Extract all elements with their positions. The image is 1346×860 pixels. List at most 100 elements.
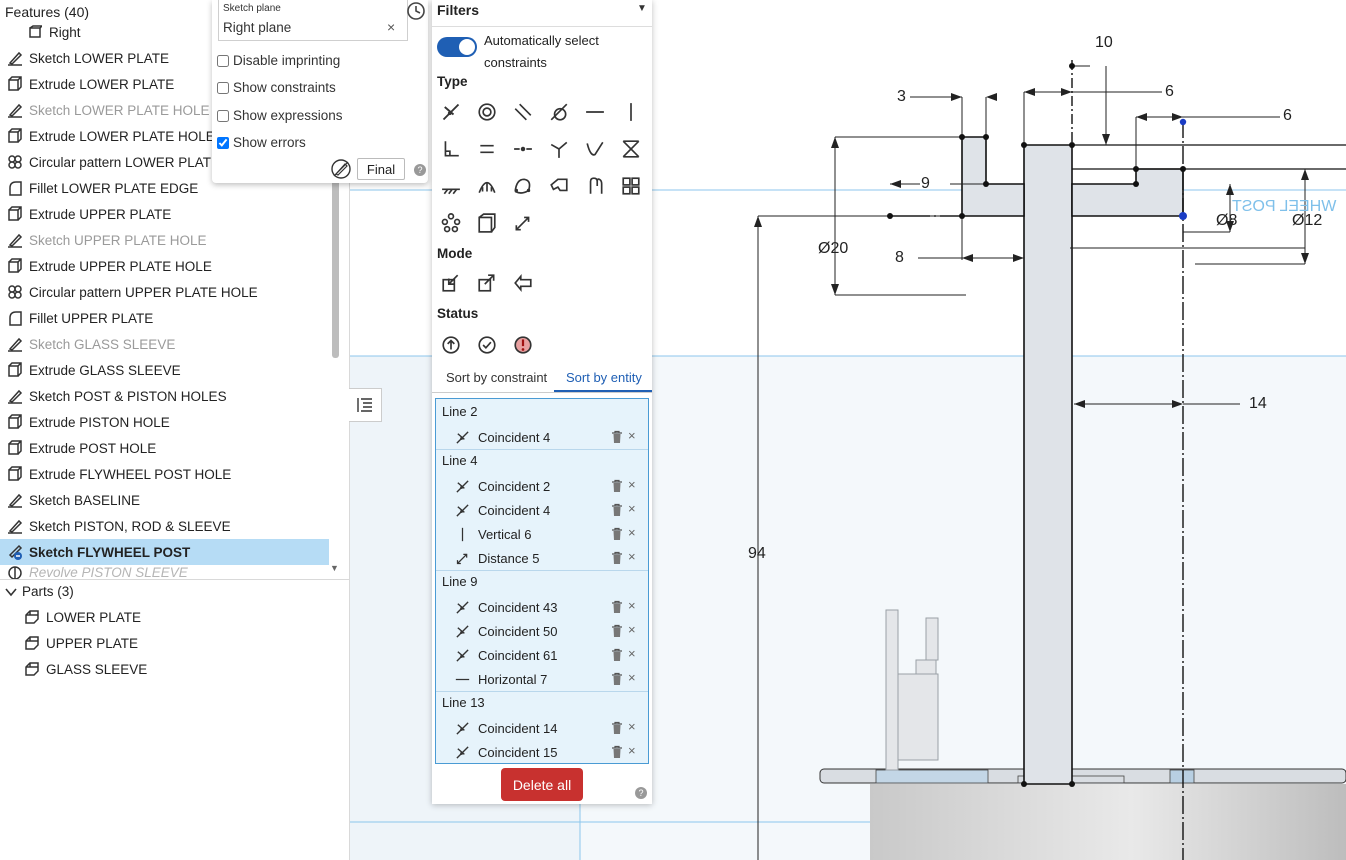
constraint-item[interactable]: Coincident 61 × <box>454 644 644 666</box>
disable-imprinting-option[interactable]: Disable imprinting <box>217 53 340 68</box>
dim-3[interactable]: 3 <box>897 88 906 106</box>
dim-94[interactable]: 94 <box>748 545 766 563</box>
constraint-item[interactable]: Coincident 4 × <box>454 499 644 521</box>
auto-select-toggle[interactable] <box>437 37 477 57</box>
trash-icon[interactable] <box>611 648 623 662</box>
symmetric-filter-button[interactable] <box>618 136 644 162</box>
close-icon[interactable]: × <box>628 428 636 443</box>
feature-item[interactable]: Sketch POST & PISTON HOLES <box>0 383 329 409</box>
parallel-filter-button[interactable] <box>510 99 536 125</box>
coincident-filter-button[interactable] <box>438 99 464 125</box>
show-expressions-checkbox[interactable] <box>217 109 229 122</box>
constraint-item[interactable]: Coincident 4 × <box>454 426 644 448</box>
trash-icon[interactable] <box>611 600 623 614</box>
dim-6-lower[interactable]: 6 <box>1283 107 1292 125</box>
horizontal-filter-button[interactable] <box>582 99 608 125</box>
fix-filter-button[interactable] <box>438 173 464 199</box>
close-icon[interactable]: × <box>628 501 636 516</box>
pattern-constraint-filter-button[interactable] <box>618 173 644 199</box>
spline-filter-button[interactable] <box>510 173 536 199</box>
feature-item[interactable]: Circular pattern UPPER PLATE HOLE <box>0 279 329 305</box>
dim-6-upper[interactable]: 6 <box>1165 83 1174 101</box>
tangent-filter-button[interactable] <box>546 99 572 125</box>
trash-icon[interactable] <box>611 503 623 517</box>
entity-group-title[interactable]: Line 2 <box>442 404 477 419</box>
constraint-item[interactable]: Coincident 43 × <box>454 596 644 618</box>
feature-item[interactable]: Sketch BASELINE <box>0 487 329 513</box>
constraint-item[interactable]: Coincident 14 × <box>454 717 644 739</box>
feature-item[interactable]: Sketch PISTON, ROD & SLEEVE <box>0 513 329 539</box>
feature-item[interactable]: Sketch FLYWHEEL POST <box>0 539 329 565</box>
show-expressions-option[interactable]: Show expressions <box>217 108 343 123</box>
constraint-item[interactable]: Coincident 50 × <box>454 620 644 642</box>
show-constraints-checkbox[interactable] <box>217 81 229 94</box>
under-defined-filter-button[interactable] <box>438 332 464 358</box>
show-errors-option[interactable]: Show errors <box>217 135 306 150</box>
trash-icon[interactable] <box>611 551 623 565</box>
mirror-filter-button[interactable] <box>582 173 608 199</box>
close-icon[interactable]: × <box>628 719 636 734</box>
sketch-final-icon[interactable] <box>330 158 352 180</box>
entity-group-title[interactable]: Line 13 <box>442 695 485 710</box>
final-button[interactable]: Final <box>357 158 405 180</box>
entity-group-title[interactable]: Line 4 <box>442 453 477 468</box>
close-icon[interactable]: × <box>628 549 636 564</box>
constraint-item[interactable]: Horizontal 7 × <box>454 668 644 690</box>
trash-icon[interactable] <box>611 672 623 686</box>
parts-header[interactable]: Parts (3) <box>5 584 74 599</box>
over-defined-filter-button[interactable] <box>510 332 536 358</box>
trash-icon[interactable] <box>611 721 623 735</box>
close-icon[interactable]: × <box>628 646 636 661</box>
feature-item[interactable]: Extrude UPPER PLATE HOLE <box>0 253 329 279</box>
feature-item[interactable]: Extrude FLYWHEEL POST HOLE <box>0 461 329 487</box>
close-icon[interactable]: × <box>628 622 636 637</box>
equal-filter-button[interactable] <box>474 136 500 162</box>
pierce-filter-button[interactable] <box>474 173 500 199</box>
feature-item[interactable]: Extrude UPPER PLATE <box>0 201 329 227</box>
close-icon[interactable]: × <box>628 525 636 540</box>
feature-item[interactable]: Extrude GLASS SLEEVE <box>0 357 329 383</box>
close-icon[interactable]: × <box>628 670 636 685</box>
constraint-item[interactable]: Coincident 2 × <box>454 475 644 497</box>
concentric-filter-button[interactable] <box>474 99 500 125</box>
trash-icon[interactable] <box>611 430 623 444</box>
part-item[interactable]: UPPER PLATE <box>24 635 138 651</box>
tab-sort-by-constraint[interactable]: Sort by constraint <box>446 370 547 385</box>
driving-mode-filter-button[interactable] <box>438 270 464 296</box>
delete-all-button[interactable]: Delete all <box>501 768 583 801</box>
arrow-left-filter-button[interactable] <box>510 270 536 296</box>
part-item[interactable]: GLASS SLEEVE <box>24 661 147 677</box>
vertical-filter-button[interactable] <box>618 99 644 125</box>
entity-group-title[interactable]: Line 9 <box>442 574 477 589</box>
dim-8[interactable]: 8 <box>895 249 904 267</box>
fully-defined-filter-button[interactable] <box>474 332 500 358</box>
constraint-item[interactable]: Distance 5 × <box>454 547 644 569</box>
constraint-item[interactable]: Coincident 15 × <box>454 741 644 763</box>
constraint-list-toggle[interactable] <box>349 388 382 422</box>
dim-9[interactable]: 9 <box>921 175 930 193</box>
circular-pattern-filter-button[interactable] <box>438 210 464 236</box>
driven-mode-filter-button[interactable] <box>474 270 500 296</box>
dim-dia-20[interactable]: Ø20 <box>818 240 848 258</box>
projected-filter-button[interactable] <box>474 210 500 236</box>
scroll-down-arrow[interactable]: ▼ <box>330 563 339 573</box>
feature-item[interactable]: Extrude PISTON HOLE <box>0 409 329 435</box>
feature-item[interactable]: Revolve PISTON SLEEVE <box>0 565 329 579</box>
close-icon[interactable]: × <box>628 598 636 613</box>
dimension-filter-button[interactable] <box>510 210 536 236</box>
feature-item[interactable]: Extrude POST HOLE <box>0 435 329 461</box>
history-icon[interactable] <box>405 0 427 22</box>
sketch-plane-field[interactable]: Sketch plane Right plane × <box>218 0 408 41</box>
close-icon[interactable]: × <box>387 19 395 35</box>
midpoint-filter-button[interactable] <box>510 136 536 162</box>
curvature-filter-button[interactable] <box>582 136 608 162</box>
help-icon[interactable]: ? <box>635 787 647 799</box>
feature-item[interactable]: Sketch GLASS SLEEVE <box>0 331 329 357</box>
offset-filter-button[interactable] <box>546 173 572 199</box>
close-icon[interactable]: × <box>628 477 636 492</box>
disable-imprinting-checkbox[interactable] <box>217 54 229 67</box>
dim-14[interactable]: 14 <box>1249 395 1267 413</box>
trash-icon[interactable] <box>611 479 623 493</box>
normal-filter-button[interactable] <box>546 136 572 162</box>
trash-icon[interactable] <box>611 745 623 759</box>
